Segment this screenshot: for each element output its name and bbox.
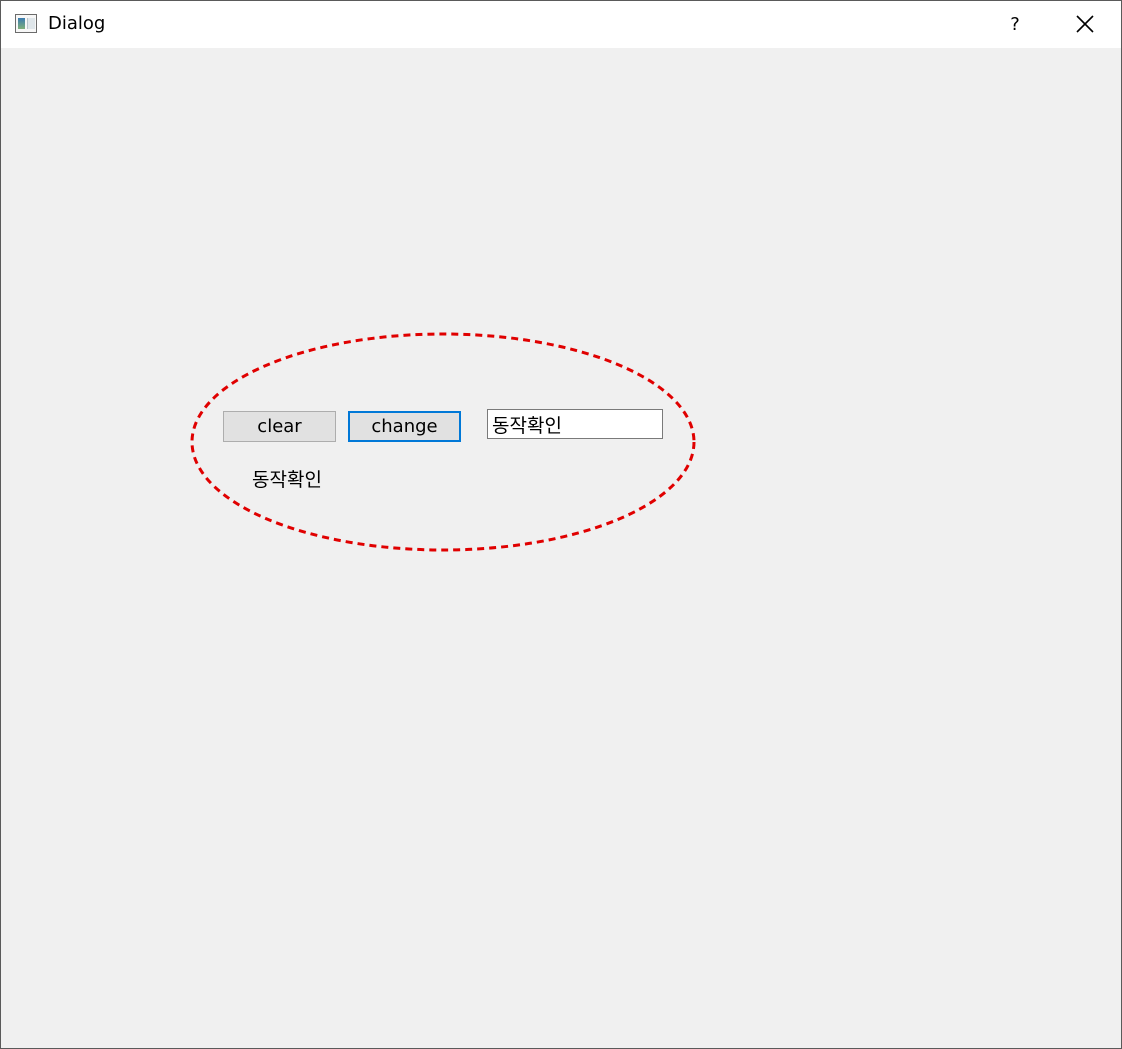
dialog-window: Dialog ? clear change 동작확인 <box>0 0 1122 1049</box>
dialog-window-icon <box>15 14 37 33</box>
text-input[interactable] <box>487 409 663 439</box>
change-button[interactable]: change <box>348 411 461 442</box>
window-title: Dialog <box>48 13 106 34</box>
clear-button[interactable]: clear <box>223 411 336 442</box>
status-label: 동작확인 <box>252 469 322 491</box>
close-button[interactable] <box>1059 1 1111 48</box>
close-icon <box>1076 15 1094 33</box>
title-bar[interactable]: Dialog ? <box>1 1 1121 48</box>
annotation-ellipse <box>190 332 696 552</box>
help-button[interactable]: ? <box>989 1 1041 48</box>
